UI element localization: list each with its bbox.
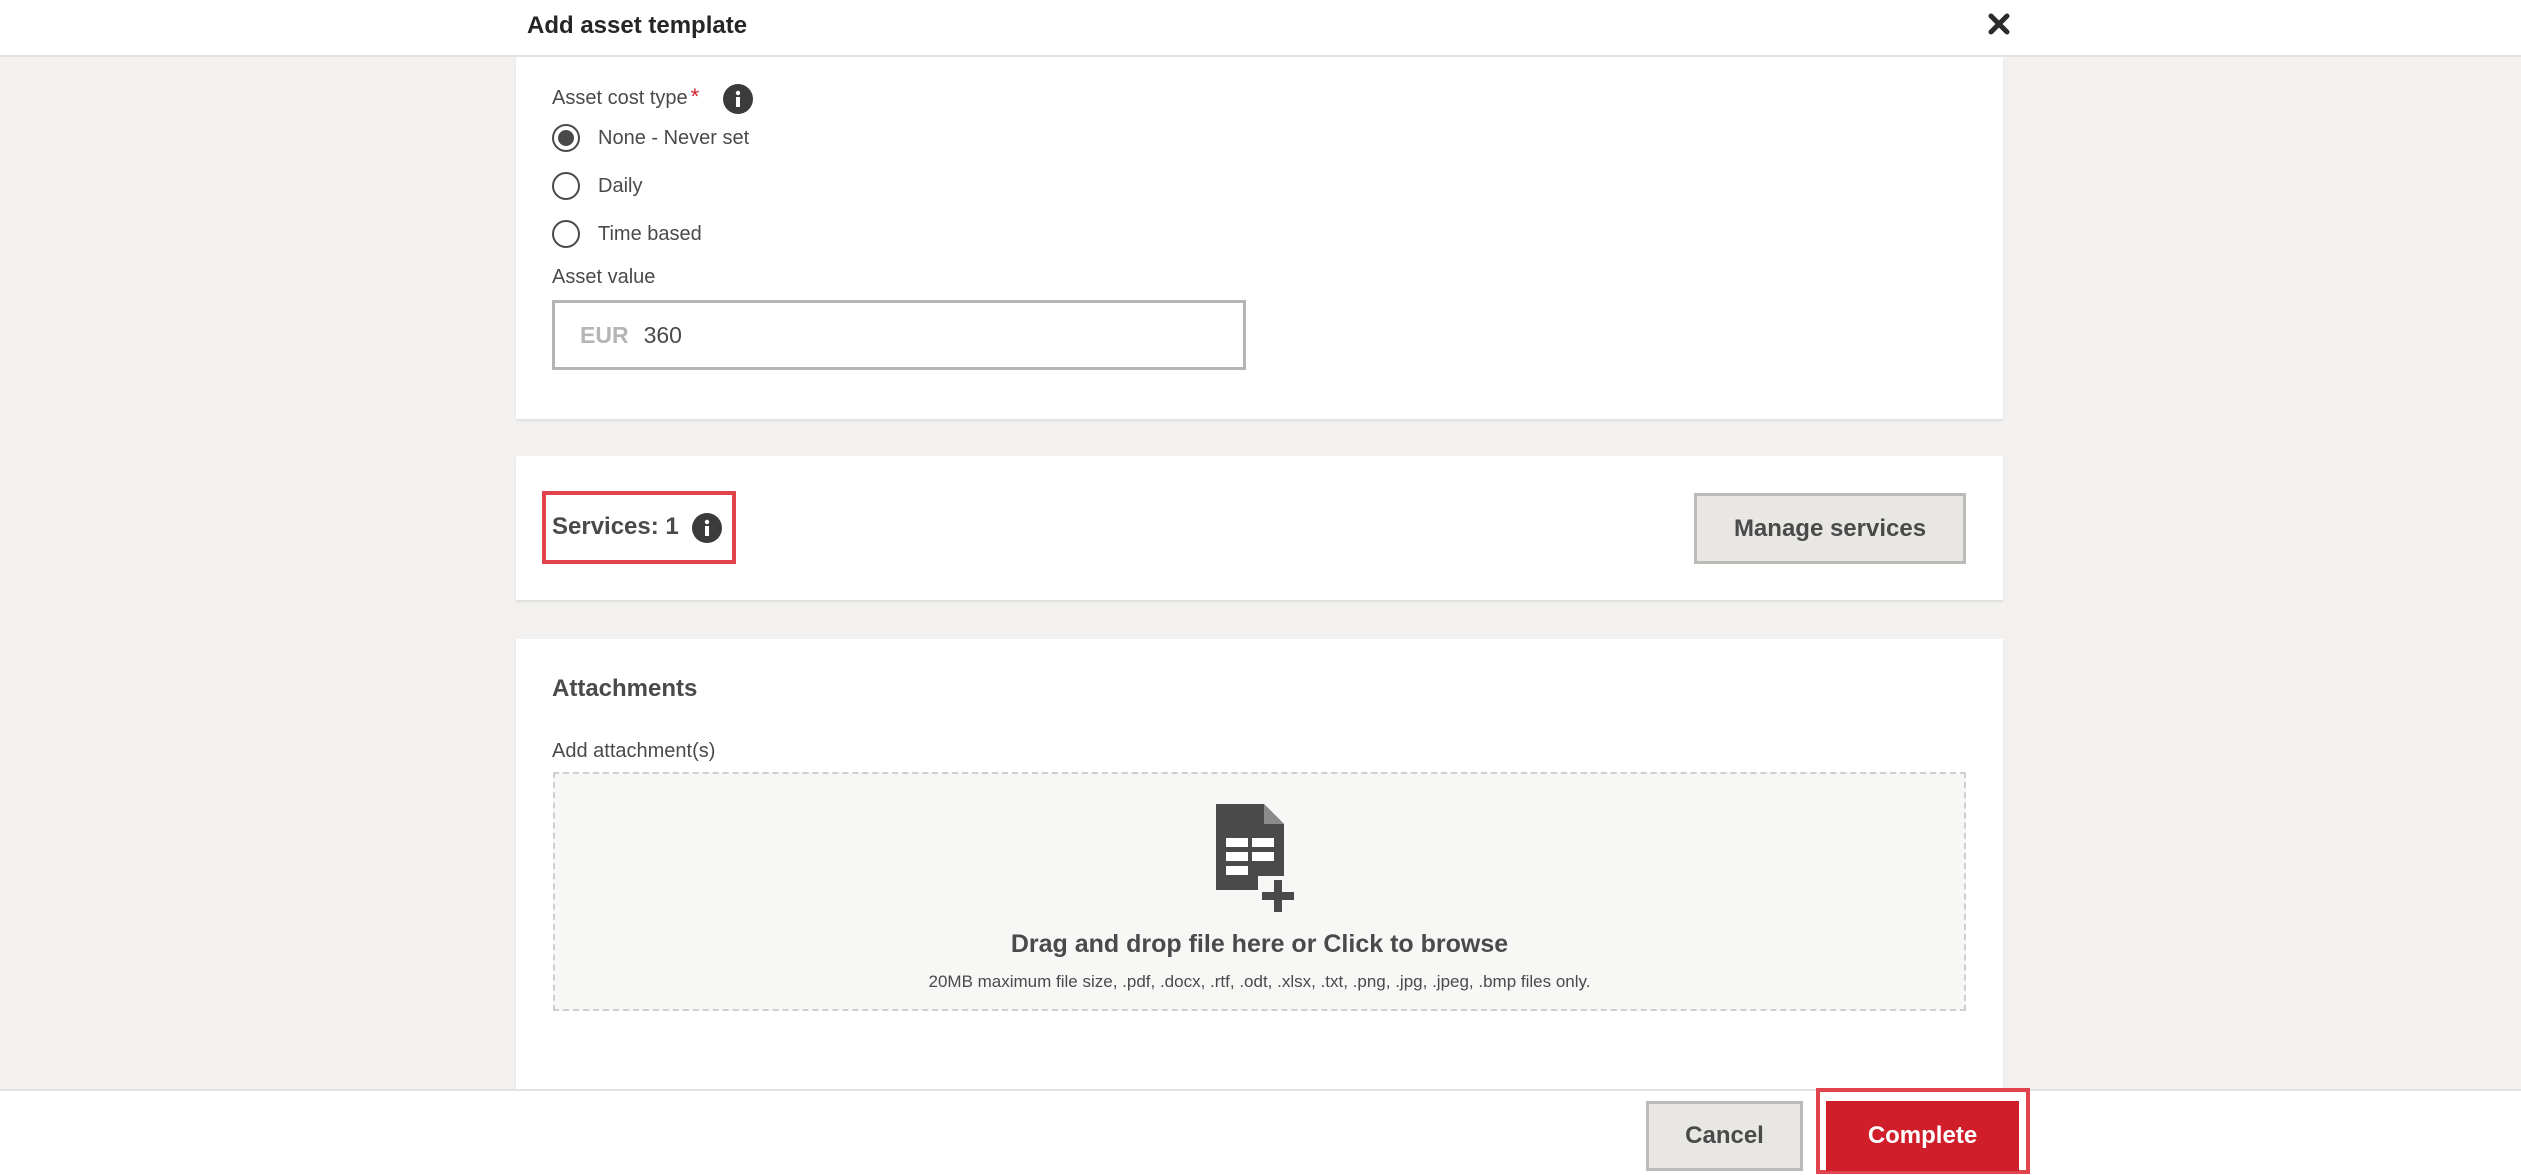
cancel-button[interactable]: Cancel [1646, 1101, 1803, 1171]
services-info-icon[interactable] [692, 513, 722, 543]
radio-daily[interactable]: Daily [552, 172, 642, 200]
cost-panel: Asset cost type * None - Never set Daily … [516, 57, 2003, 419]
asset-value-label: Asset value [552, 266, 656, 288]
radio-label: Time based [598, 222, 702, 245]
asset-cost-type-text: Asset cost type [552, 87, 688, 109]
attachments-panel: Attachments Add attachment(s) Drag and d… [516, 639, 2003, 1089]
currency-prefix: EUR [580, 321, 629, 348]
dialog-footer [0, 1089, 2521, 1175]
asset-value-field[interactable]: EUR [552, 300, 1246, 370]
services-count: Services: 1 [552, 513, 679, 540]
services-panel: Services: 1 Manage services [516, 456, 2003, 600]
close-icon[interactable] [1984, 8, 2014, 40]
attachments-title: Attachments [552, 675, 698, 702]
complete-button[interactable]: Complete [1826, 1101, 2019, 1171]
add-attachment-label: Add attachment(s) [552, 740, 716, 762]
radio-selected-dot [558, 130, 574, 146]
asset-value-input[interactable] [643, 321, 1044, 349]
dialog-header: Add asset template [0, 0, 2521, 57]
radio-button[interactable] [552, 220, 580, 248]
dropzone-file-limits: 20MB maximum file size, .pdf, .docx, .rt… [928, 972, 1591, 991]
radio-button[interactable] [552, 124, 580, 152]
required-marker: * [690, 84, 700, 109]
radio-time-based[interactable]: Time based [552, 220, 702, 248]
info-icon[interactable] [723, 84, 753, 114]
asset-cost-type-label: Asset cost type * [552, 84, 699, 110]
radio-label: Daily [598, 174, 643, 197]
file-dropzone[interactable]: Drag and drop file here or Click to brow… [553, 772, 1966, 1011]
radio-none-never-set[interactable]: None - Never set [552, 124, 749, 152]
radio-button[interactable] [552, 172, 580, 200]
dropzone-instruction: Drag and drop file here or Click to brow… [1010, 930, 1509, 958]
radio-label: None - Never set [598, 126, 750, 149]
manage-services-button[interactable]: Manage services [1694, 493, 1966, 564]
dialog-title: Add asset template [527, 12, 748, 39]
add-document-icon [1214, 804, 1298, 917]
